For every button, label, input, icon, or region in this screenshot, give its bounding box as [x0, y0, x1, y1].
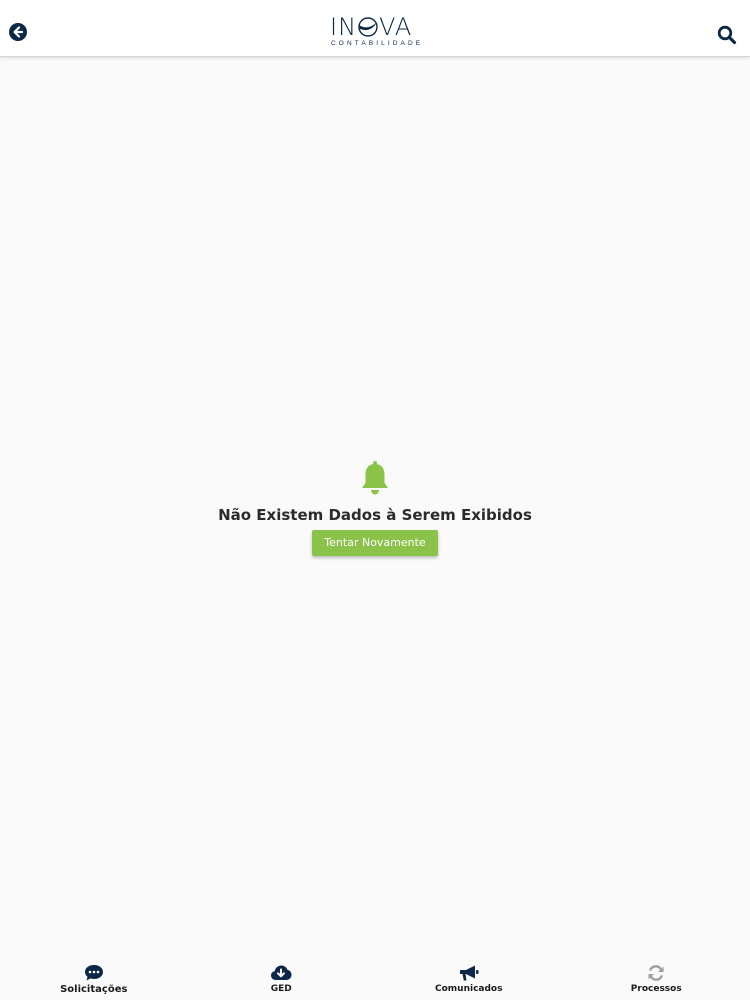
app-header: IN VA CONTABILIDADE: [0, 0, 750, 57]
nav-item-ged[interactable]: GED: [188, 955, 376, 1000]
search-button[interactable]: [717, 25, 737, 45]
empty-message: Não Existem Dados à Serem Exibidos: [218, 506, 532, 524]
nav-item-comunicados[interactable]: Comunicados: [375, 955, 563, 1000]
sync-icon: [648, 965, 664, 981]
bottom-nav: Solicitações GED Comunicados Processos: [0, 955, 750, 1000]
nav-label: GED: [270, 984, 292, 994]
nav-label: Comunicados: [435, 984, 503, 994]
logo-text-start: IN: [330, 13, 358, 41]
bell-icon: [362, 461, 388, 495]
logo-subtitle: CONTABILIDADE: [331, 40, 424, 47]
back-button[interactable]: [8, 22, 28, 42]
inova-logo: IN VA CONTABILIDADE: [330, 14, 420, 50]
bullhorn-icon: [459, 965, 479, 981]
retry-button[interactable]: Tentar Novamente: [312, 530, 438, 556]
empty-state: Não Existem Dados à Serem Exibidos Tenta…: [0, 460, 750, 556]
comment-dots-icon: [84, 965, 103, 981]
logo-swoosh-icon: [358, 17, 378, 37]
logo-wordmark: IN VA: [330, 14, 420, 40]
logo-text-end: VA: [379, 13, 413, 41]
nav-item-solicitacoes[interactable]: Solicitações: [0, 955, 188, 1000]
nav-label: Processos: [630, 984, 682, 994]
cloud-download-icon: [271, 965, 292, 980]
nav-item-processos[interactable]: Processos: [563, 955, 750, 1000]
nav-label: Solicitações: [60, 984, 128, 995]
search-icon: [717, 25, 737, 45]
arrow-left-circle-icon: [9, 23, 27, 41]
